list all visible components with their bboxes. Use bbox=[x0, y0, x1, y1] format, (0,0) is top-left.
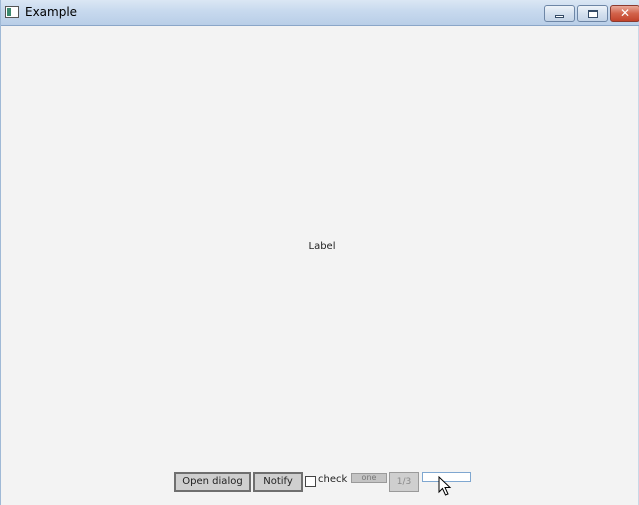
check-label[interactable]: check bbox=[318, 474, 347, 485]
window-title: Example bbox=[25, 5, 78, 19]
app-window: Example ✕ Label Open dialog Notify check… bbox=[0, 0, 639, 505]
maximize-icon bbox=[588, 10, 598, 18]
page-spinner[interactable]: 1/3 bbox=[389, 472, 419, 492]
app-window-icon bbox=[5, 6, 19, 18]
title-bar[interactable]: Example ✕ bbox=[1, 0, 639, 26]
maximize-button[interactable] bbox=[577, 5, 608, 22]
close-icon: ✕ bbox=[619, 6, 631, 20]
minimize-button[interactable] bbox=[544, 5, 575, 22]
bottom-toolbar: Open dialog Notify check one 1/3 bbox=[2, 471, 638, 496]
notify-button[interactable]: Notify bbox=[253, 472, 303, 492]
close-button[interactable]: ✕ bbox=[610, 5, 639, 22]
option-combo-box[interactable]: one bbox=[351, 473, 387, 483]
main-content: Label Open dialog Notify check one 1/3 bbox=[2, 26, 638, 505]
center-label: Label bbox=[308, 241, 336, 252]
mouse-pointer-icon bbox=[438, 476, 452, 496]
minimize-icon bbox=[555, 15, 564, 18]
check-checkbox[interactable] bbox=[305, 476, 316, 487]
open-dialog-button[interactable]: Open dialog bbox=[174, 472, 251, 492]
